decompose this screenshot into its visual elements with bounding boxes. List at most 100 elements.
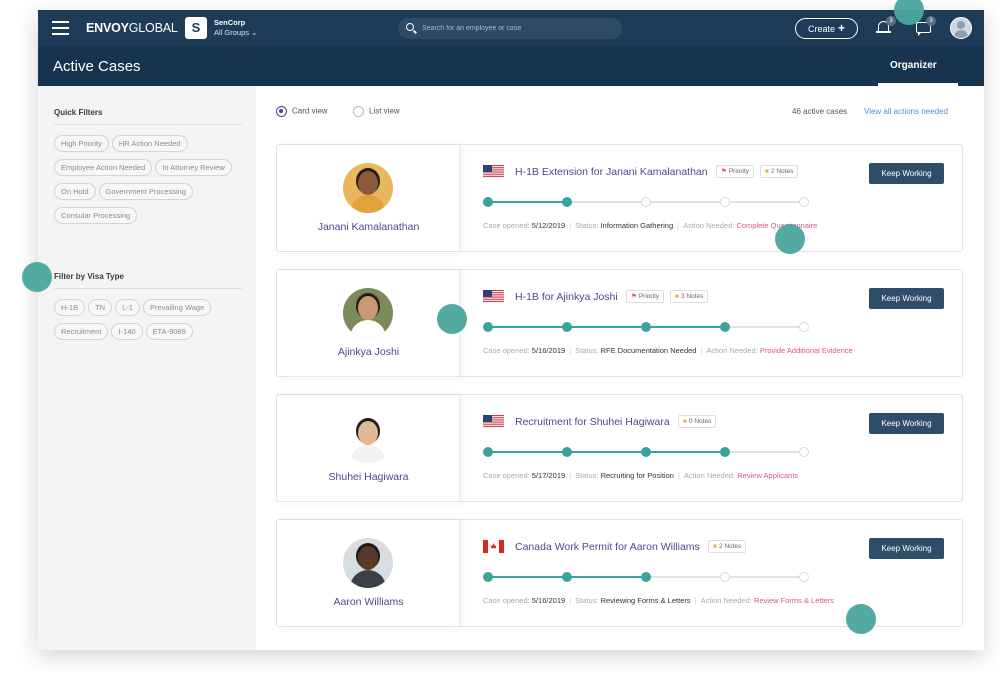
quick-filter-chip[interactable]: Government Processing xyxy=(98,183,193,200)
photo-face xyxy=(358,546,378,570)
user-avatar[interactable] xyxy=(950,17,972,39)
photo-shoulders xyxy=(350,445,386,463)
notes-tag[interactable]: ■ 2 Notes xyxy=(760,165,799,178)
employee-panel[interactable]: Janani Kamalanathan xyxy=(277,145,460,253)
photo-face xyxy=(358,421,378,445)
search-icon xyxy=(406,23,414,31)
action-needed-link[interactable]: Review Forms & Letters xyxy=(754,596,834,605)
visa-type-chip[interactable]: H-1B xyxy=(54,299,86,316)
case-opened-date: 5/16/2019 xyxy=(531,596,566,605)
case-status: Information Gathering xyxy=(600,221,674,230)
progress-step xyxy=(799,322,809,332)
quick-filter-chip[interactable]: Employee Action Needed xyxy=(54,159,153,176)
case-opened-date: 5/17/2019 xyxy=(531,471,566,480)
notes-tag[interactable]: ■ 0 Notes xyxy=(678,415,717,428)
quick-filters-list: High Priority HR Action Needed Employee Ac… xyxy=(54,133,244,229)
case-opened-date: 5/16/2019 xyxy=(531,346,566,355)
status-label: Status: xyxy=(575,221,599,230)
quick-filter-chip[interactable]: In Attorney Review xyxy=(155,159,232,176)
keep-working-button[interactable]: Keep Working xyxy=(869,288,944,309)
case-title[interactable]: Recruitment for Shuhei Hagiwara xyxy=(515,416,670,428)
search-input[interactable] xyxy=(422,18,617,39)
visa-type-chip[interactable]: Recruitment xyxy=(54,323,109,340)
case-meta: Case opened: 5/12/2019 | Status: Informati… xyxy=(483,221,817,230)
card-view-radio[interactable] xyxy=(276,106,287,117)
priority-tag-label: Priority xyxy=(638,293,660,300)
status-label: Status: xyxy=(575,346,599,355)
case-meta: Case opened: 5/17/2019 | Status: Recruitin… xyxy=(483,471,798,480)
visa-type-filters-list: H-1B TN L-1 Prevailing Wage Recruitment I-140… xyxy=(54,297,244,345)
group-selector[interactable]: All Groups ⌄ xyxy=(214,28,257,37)
keep-working-button[interactable]: Keep Working xyxy=(869,538,944,559)
quick-filter-chip[interactable]: High Priority xyxy=(54,135,109,152)
action-needed-link[interactable]: Provide Additional Evidence xyxy=(760,346,853,355)
progress-step xyxy=(483,197,493,207)
progress-step xyxy=(483,447,493,457)
priority-tag: ⚑ Priority xyxy=(716,165,755,178)
quick-filter-chip[interactable]: On Hold xyxy=(54,183,96,200)
notes-tag-label: 2 Notes xyxy=(718,543,742,550)
visa-type-chip[interactable]: L-1 xyxy=(115,299,140,316)
keep-working-button[interactable]: Keep Working xyxy=(869,413,944,434)
photo-face xyxy=(358,171,378,195)
visa-type-chip[interactable]: ETA-9089 xyxy=(145,323,193,340)
employee-panel[interactable]: Aaron Williams xyxy=(277,520,460,628)
brand-logo[interactable]: ENVOYGLOBAL xyxy=(86,21,178,35)
create-button[interactable]: Create + xyxy=(795,18,858,39)
quick-filters-heading: Quick Filters xyxy=(54,108,103,117)
notes-tag[interactable]: ■ 3 Notes xyxy=(670,290,709,303)
separator: | xyxy=(677,471,680,480)
view-all-actions-link[interactable]: View all actions needed xyxy=(864,107,948,116)
search-box xyxy=(398,18,622,39)
employee-panel[interactable]: Ajinkya Joshi xyxy=(277,270,460,378)
case-opened-label: Case opened: xyxy=(483,471,530,480)
separator: | xyxy=(569,596,572,605)
visa-type-heading: Filter by Visa Type xyxy=(54,272,124,281)
action-needed-link[interactable]: Review Applicants xyxy=(737,471,798,480)
case-card[interactable]: Shuhei Hagiwara Recruitment for Shuhei Ha… xyxy=(276,394,963,503)
card-view-option[interactable]: Card view xyxy=(276,106,328,117)
case-progress-tracker xyxy=(483,197,809,207)
notes-tag-label: 2 Notes xyxy=(770,168,794,175)
notifications-bell-icon[interactable]: 3 xyxy=(874,16,896,38)
status-label: Status: xyxy=(575,596,599,605)
case-title[interactable]: Canada Work Permit for Aaron Williams xyxy=(515,541,700,553)
employee-panel[interactable]: Shuhei Hagiwara xyxy=(277,395,460,503)
visa-type-chip[interactable]: Prevailing Wage xyxy=(142,299,212,316)
active-case-count: 46 active cases xyxy=(792,107,848,116)
case-title[interactable]: H-1B Extension for Janani Kamalanathan xyxy=(515,166,708,178)
employee-name[interactable]: Shuhei Hagiwara xyxy=(277,471,460,483)
separator: | xyxy=(569,471,572,480)
progress-step xyxy=(562,197,572,207)
employee-name[interactable]: Ajinkya Joshi xyxy=(277,346,460,358)
quick-filter-chip[interactable]: HR Action Needed xyxy=(111,135,188,152)
tab-organizer[interactable]: Organizer xyxy=(890,60,937,71)
separator: | xyxy=(694,596,697,605)
action-needed-link[interactable]: Complete Questionnaire xyxy=(736,221,817,230)
case-card[interactable]: Ajinkya Joshi H-1B for Ajinkya Joshi ⚑ Prio… xyxy=(276,269,963,378)
case-opened-label: Case opened: xyxy=(483,596,530,605)
progress-step xyxy=(483,572,493,582)
visa-type-chip[interactable]: TN xyxy=(88,299,113,316)
employee-name[interactable]: Janani Kamalanathan xyxy=(277,221,460,233)
employee-name[interactable]: Aaron Williams xyxy=(277,596,460,608)
case-card[interactable]: Janani Kamalanathan H-1B Extension for Ja… xyxy=(276,144,963,253)
progress-step xyxy=(799,572,809,582)
case-title[interactable]: H-1B for Ajinkya Joshi xyxy=(515,291,618,303)
page-title: Active Cases xyxy=(53,58,141,75)
progress-step xyxy=(720,572,730,582)
list-view-radio[interactable] xyxy=(353,106,364,117)
quick-filter-chip[interactable]: Consular Processing xyxy=(54,207,138,224)
notes-tag[interactable]: ■ 2 Notes xyxy=(708,540,747,553)
keep-working-button[interactable]: Keep Working xyxy=(869,163,944,184)
progress-step xyxy=(641,197,651,207)
visa-type-chip[interactable]: I-140 xyxy=(111,323,143,340)
list-view-option[interactable]: List view xyxy=(353,106,400,117)
hotspot-marker xyxy=(775,224,805,254)
company-name[interactable]: SenCorp xyxy=(214,18,245,27)
progress-step xyxy=(483,322,493,332)
progress-step xyxy=(641,322,651,332)
company-logo-icon[interactable]: S xyxy=(185,17,207,39)
hamburger-menu-icon[interactable] xyxy=(52,21,69,35)
photo-face xyxy=(358,296,378,320)
